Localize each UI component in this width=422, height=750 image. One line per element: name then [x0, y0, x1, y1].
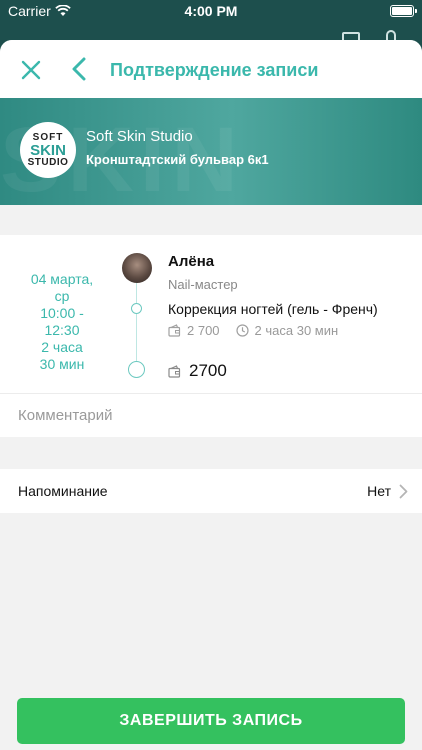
- battery-icon: [390, 5, 417, 17]
- timeline-dot-service: [131, 303, 142, 314]
- back-chevron-icon[interactable]: [70, 57, 88, 81]
- total-value: 2700: [189, 361, 227, 380]
- duration-line-2: 30 мин: [39, 356, 85, 372]
- wallet-icon: [168, 364, 181, 378]
- page-title: Подтверждение записи: [110, 60, 319, 80]
- reminder-row[interactable]: Напоминание Нет: [0, 469, 422, 513]
- close-icon[interactable]: [20, 59, 42, 81]
- service-meta: 2 700 2 часа 30 мин: [168, 323, 338, 338]
- reminder-value: Нет: [367, 483, 391, 499]
- timeline-dot-total: [128, 361, 145, 378]
- chevron-right-icon: [399, 484, 408, 498]
- status-bar: Carrier 4:00 PM: [0, 0, 422, 22]
- logo-line-2: SKIN: [30, 141, 66, 159]
- nav-bar: Подтверждение записи: [0, 40, 422, 98]
- confirmation-sheet: Подтверждение записи SKIN SOFT SKIN STUD…: [0, 40, 422, 750]
- status-time: 4:00 PM: [184, 3, 238, 19]
- time-line-1: 10:00 -: [40, 305, 84, 321]
- date-line-1: 04 марта,: [30, 271, 94, 287]
- finish-booking-button[interactable]: ЗАВЕРШИТЬ ЗАПИСЬ: [17, 698, 405, 744]
- studio-address: Кронштадтский бульвар 6к1: [86, 152, 269, 167]
- service-price: 2 700: [187, 323, 220, 338]
- logo-line-3: STUDIO: [27, 156, 69, 168]
- comment-input[interactable]: [18, 407, 398, 424]
- time-line-2: 12:30: [44, 322, 80, 338]
- avatar: [122, 253, 152, 283]
- logo-line-1: SOFT: [32, 131, 64, 143]
- total-price: 2700: [168, 361, 227, 381]
- date-line-2: ср: [54, 288, 70, 304]
- reminder-label: Напоминание: [18, 483, 108, 499]
- duration-line-1: 2 часа: [41, 339, 83, 355]
- reminder-value-wrap: Нет: [367, 483, 408, 499]
- clock-icon: [235, 324, 249, 337]
- studio-name: Soft Skin Studio: [86, 128, 193, 145]
- service-duration: 2 часа 30 мин: [254, 323, 339, 338]
- appointment-datetime: 04 марта, ср 10:00 - 12:30 2 часа 30 мин: [20, 271, 104, 373]
- comment-row: [0, 393, 422, 437]
- service-name: Коррекция ногтей (гель - Френч): [168, 301, 378, 317]
- studio-banner: SKIN SOFT SKIN STUDIO Soft Skin Studio К…: [0, 98, 422, 205]
- studio-logo: SOFT SKIN STUDIO: [20, 122, 76, 178]
- master-name: Алёна: [168, 253, 215, 270]
- appointment-card: 04 марта, ср 10:00 - 12:30 2 часа 30 мин…: [0, 235, 422, 393]
- timeline-line: [136, 283, 137, 365]
- master-role: Nail-мастер: [168, 277, 238, 292]
- wallet-icon: [168, 324, 181, 337]
